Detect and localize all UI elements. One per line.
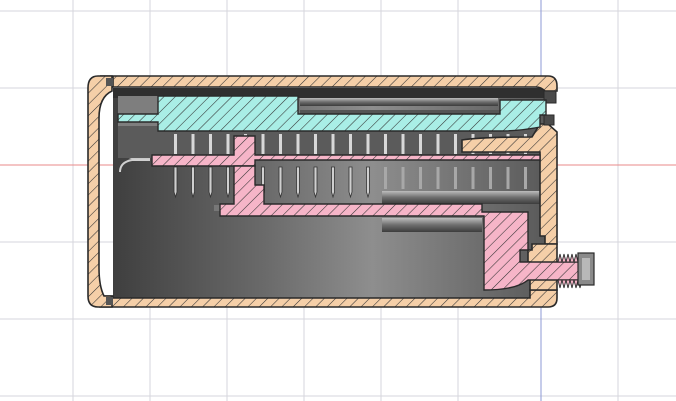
contact-pin: [226, 166, 230, 199]
contact-pin: [348, 166, 353, 199]
coil-lower-segment: [436, 167, 440, 189]
coil-upper-segment: [209, 134, 212, 154]
coil-lower-segment: [401, 167, 405, 189]
coil-lower-segment: [384, 167, 387, 189]
coil-upper-segment: [384, 134, 387, 154]
housing-left-end-cap: [87, 75, 113, 308]
contact-pin: [313, 166, 318, 199]
coil-lower-segment: [454, 167, 457, 189]
coil-upper-segment: [349, 134, 352, 154]
contact-pin: [208, 166, 213, 199]
coil-upper-segment: [314, 134, 317, 154]
coil-upper-segment: [261, 134, 265, 154]
coil-lower-segment: [506, 167, 510, 189]
coil-upper-segment: [331, 134, 335, 154]
contact-pin: [296, 166, 300, 199]
coil-upper-segment: [366, 134, 370, 154]
coil-upper-segment: [174, 134, 177, 154]
contact-pin: [173, 166, 178, 199]
contact-pin: [331, 166, 335, 199]
coil-upper-segment: [419, 134, 422, 154]
coil-upper-segment: [401, 134, 405, 154]
coil-upper-segment: [279, 134, 282, 154]
coil-upper-segment: [191, 134, 195, 154]
coil-upper-segment: [436, 134, 440, 154]
contact-pin: [366, 166, 370, 199]
coil-lower-segment: [489, 167, 492, 189]
coil-lower-segment: [419, 167, 422, 189]
coil-lower-segment: [471, 167, 475, 189]
contact-pin: [191, 166, 195, 199]
coil-upper-segment: [296, 134, 300, 154]
contact-pin: [278, 166, 283, 199]
coil-lower-segment: [524, 167, 527, 189]
coil-upper-segment: [454, 134, 457, 154]
coil-upper-segment: [226, 134, 230, 154]
cad-viewport[interactable]: [0, 0, 676, 401]
